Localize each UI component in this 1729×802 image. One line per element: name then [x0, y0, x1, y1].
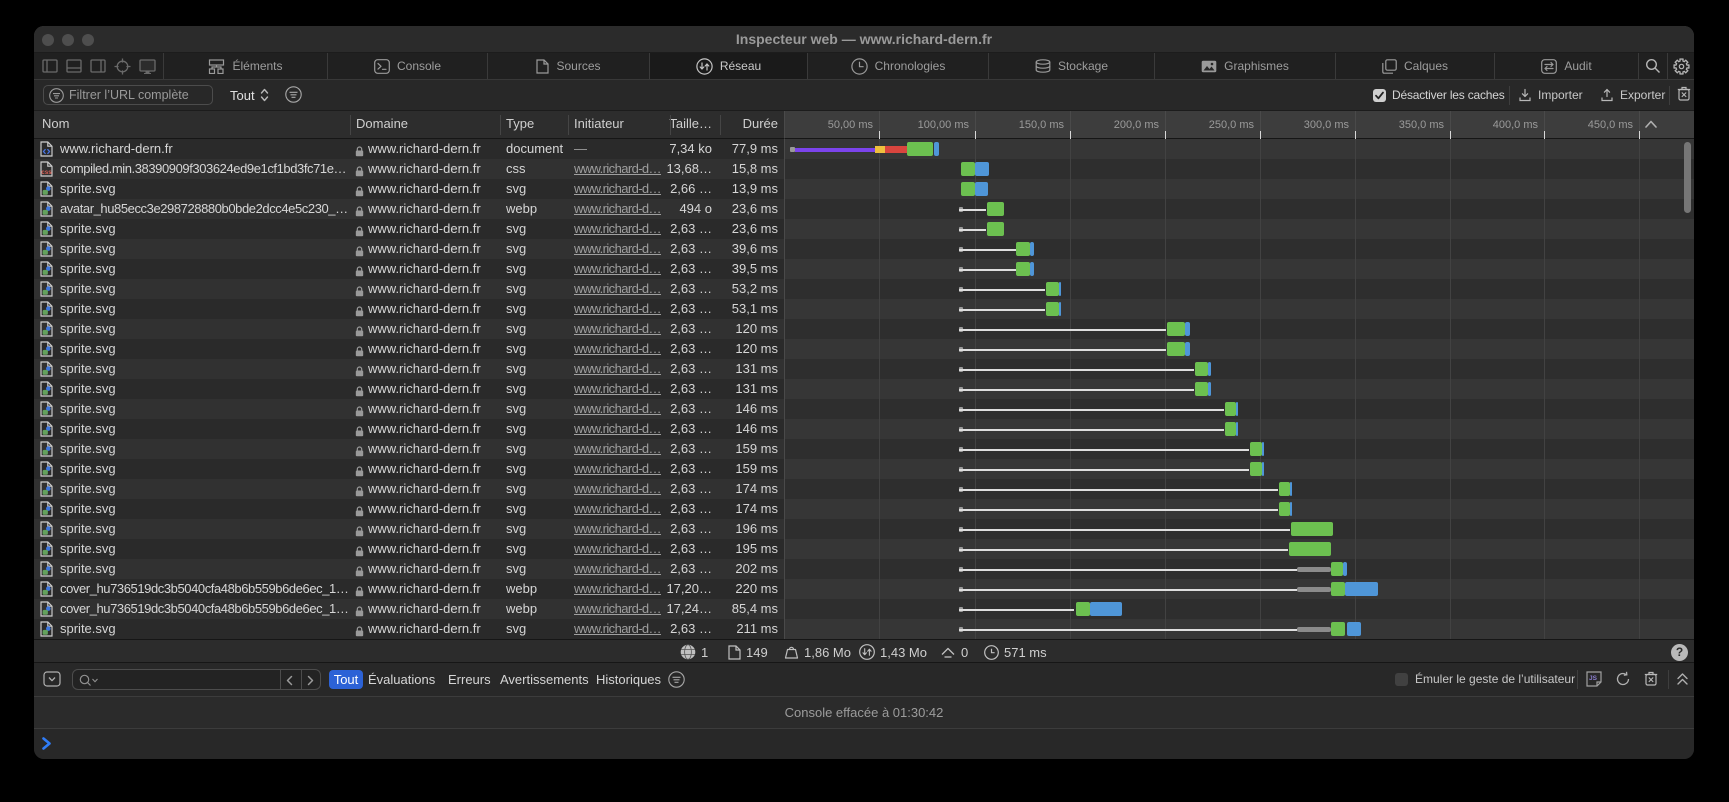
svg-text:css: css: [41, 169, 52, 176]
svg-text:JS: JS: [1589, 675, 1598, 682]
